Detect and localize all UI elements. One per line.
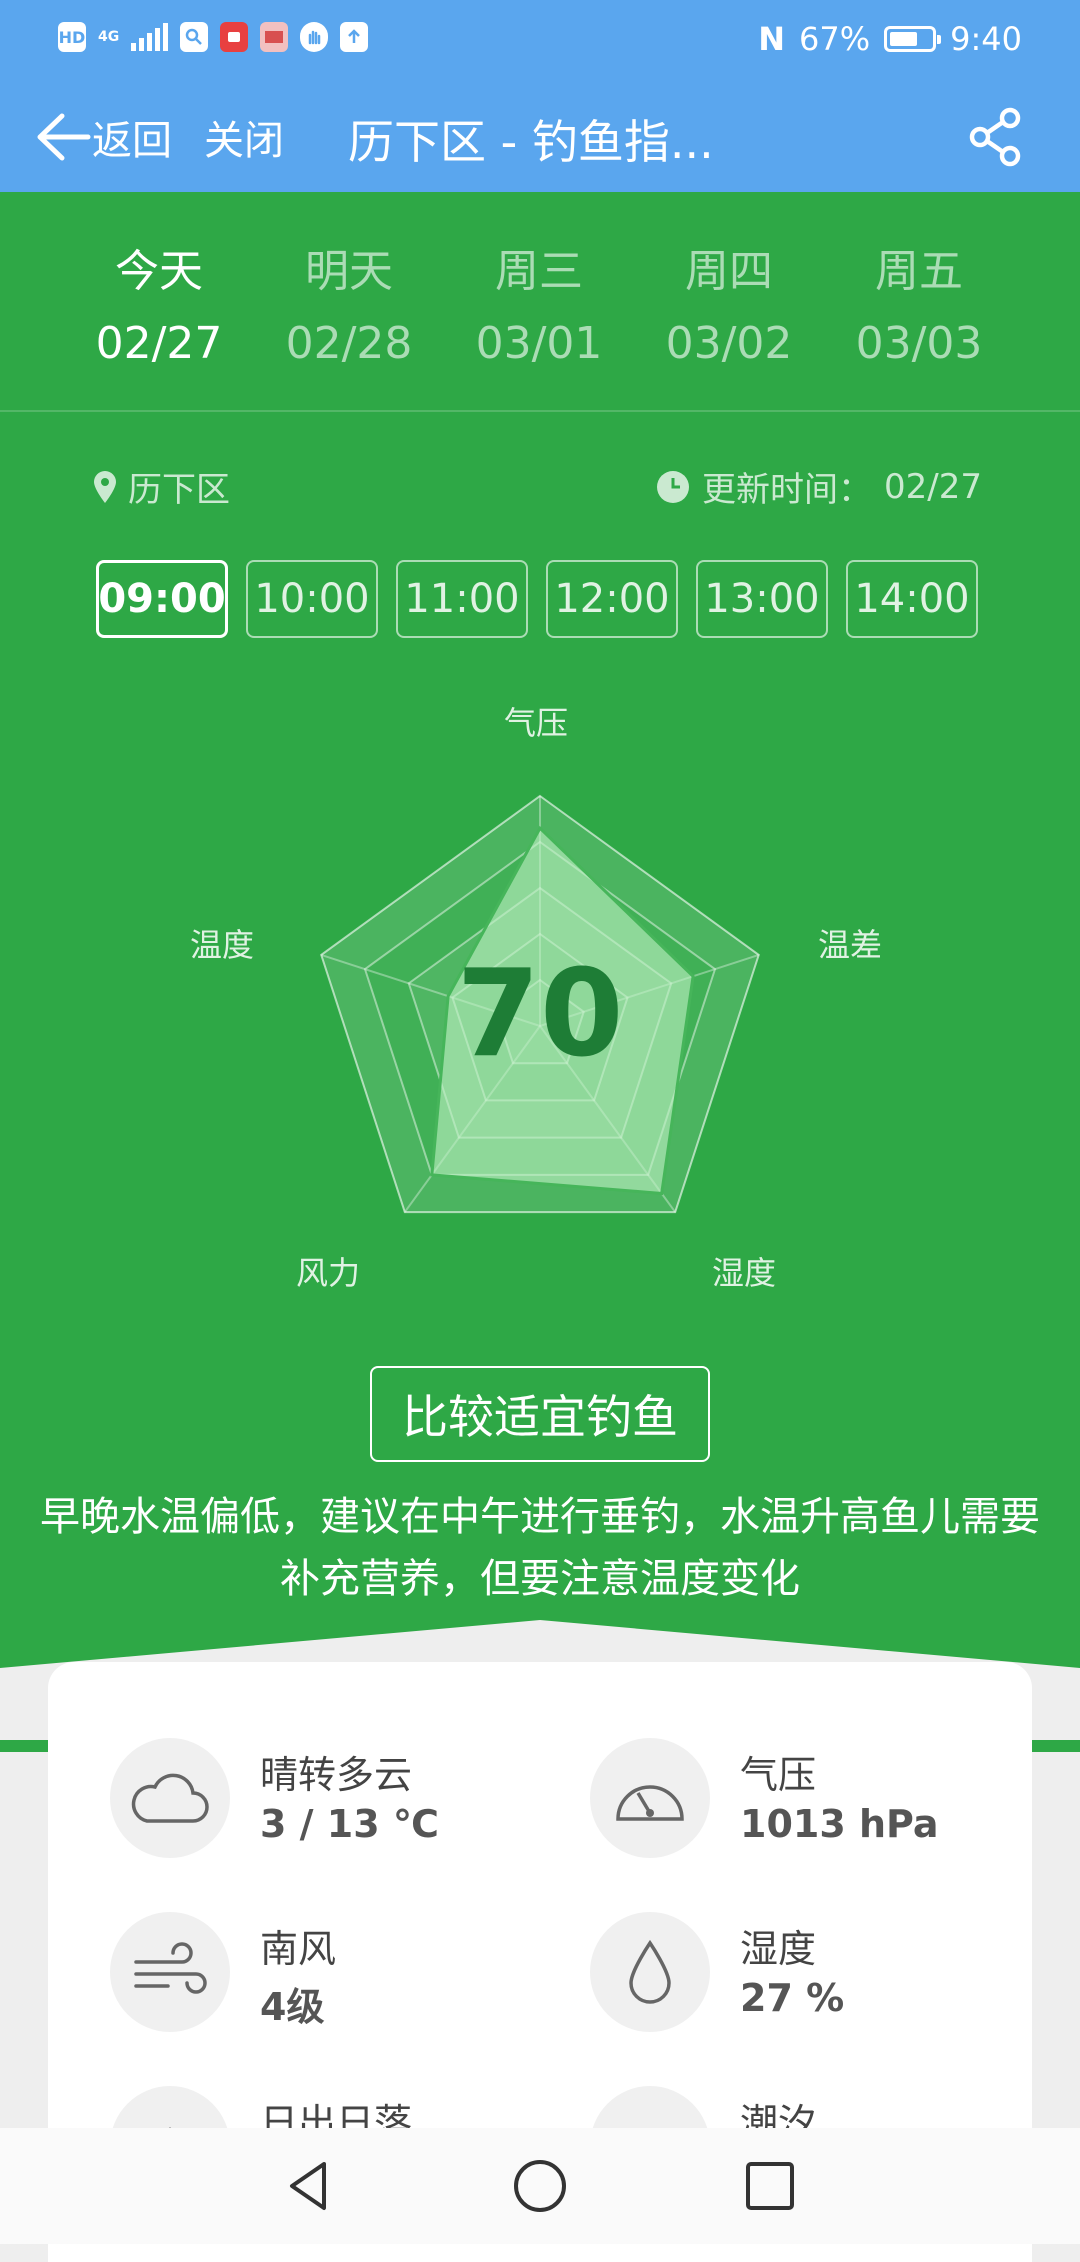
hour-chip[interactable]: 14:00	[846, 560, 978, 638]
info-humidity: 湿度 27 %	[590, 1912, 1030, 2052]
axis-label-wind: 风力	[296, 1254, 361, 1292]
hour-chip[interactable]: 09:00	[96, 560, 228, 638]
location-name: 历下区	[128, 470, 230, 510]
info-label: 气压	[740, 1753, 817, 1797]
info-value: 27 %	[740, 1976, 845, 2020]
day-date: 03/01	[475, 318, 603, 369]
signal-icon	[131, 23, 169, 51]
update-value: 02/27	[884, 466, 982, 507]
back-arrow-icon[interactable]	[26, 102, 96, 172]
day-tab-today[interactable]: 今天 02/27	[74, 244, 244, 372]
fishing-score: 70	[456, 945, 624, 1084]
hour-chip[interactable]: 10:00	[246, 560, 378, 638]
page-title: 历下区 - 钓鱼指...	[348, 115, 714, 169]
cloud-icon	[110, 1738, 230, 1858]
location-pin-icon	[94, 470, 116, 503]
day-tab-thu[interactable]: 周四 03/02	[644, 244, 814, 372]
day-date: 02/27	[95, 318, 223, 369]
nav-recents-icon[interactable]	[740, 2156, 800, 2216]
advice-text: 早晚水温偏低，建议在中午进行垂钓，水温升高鱼儿需要补充营养，但要注意温度变化	[40, 1494, 1040, 1602]
info-weather: 晴转多云 3 / 13 ℃	[110, 1738, 550, 1878]
info-pressure: 气压 1013 hPa	[590, 1738, 1030, 1878]
status-bar: HD 4G N 67% 9:40	[0, 0, 1080, 82]
gauge-icon	[590, 1738, 710, 1858]
hour-chip[interactable]: 12:00	[546, 560, 678, 638]
update-label: 更新时间：	[702, 470, 873, 510]
hand-app-icon	[300, 22, 329, 52]
day-name: 周三	[495, 246, 583, 297]
close-button[interactable]: 关闭	[204, 108, 284, 166]
back-button[interactable]: 返回	[92, 108, 172, 166]
info-wind: 南风 4级	[110, 1912, 550, 2052]
red-app-icon	[220, 22, 249, 52]
battery-percent: 67%	[799, 20, 871, 58]
axis-label-temp-diff: 温差	[818, 926, 883, 964]
info-value: 4级	[260, 1985, 325, 2029]
day-tab-wed[interactable]: 周三 03/01	[454, 244, 624, 372]
clock-icon	[657, 470, 690, 503]
network-type: 4G	[98, 29, 120, 45]
divider	[0, 410, 1080, 412]
battery-icon	[884, 26, 942, 52]
hour-chip[interactable]: 11:00	[396, 560, 528, 638]
day-tab-fri[interactable]: 周五 03/03	[834, 244, 1004, 372]
day-date: 03/02	[665, 318, 793, 369]
wind-icon	[110, 1912, 230, 2032]
info-value: 3 / 13 ℃	[260, 1802, 439, 1846]
day-name: 今天	[115, 246, 203, 297]
info-label: 南风	[260, 1927, 337, 1971]
info-value: 1013 hPa	[740, 1802, 939, 1846]
day-tabs: 今天 02/27 明天 02/28 周三 03/01 周四 03/02 周五 0…	[0, 192, 1080, 410]
axis-label-temperature: 温度	[190, 926, 255, 964]
day-name: 周五	[875, 246, 963, 297]
info-label: 湿度	[740, 1927, 817, 1971]
hd-badge: HD	[58, 22, 86, 52]
location: 历下区	[92, 462, 230, 511]
hour-chip[interactable]: 13:00	[696, 560, 828, 638]
system-nav-bar	[0, 2128, 1080, 2244]
day-tab-tomorrow[interactable]: 明天 02/28	[264, 244, 434, 372]
hour-selector[interactable]: 09:00 10:00 11:00 12:00 13:00 14:00	[96, 560, 984, 644]
axis-label-pressure: 气压	[504, 704, 569, 742]
nav-home-icon[interactable]	[510, 2156, 570, 2216]
nav-back-icon[interactable]	[280, 2156, 340, 2216]
day-date: 02/28	[285, 318, 413, 369]
nfc-icon: N	[758, 20, 786, 58]
book-app-icon	[260, 22, 289, 52]
toolbar: 返回 关闭 历下区 - 钓鱼指...	[0, 82, 1080, 192]
verdict-badge: 比较适宜钓鱼	[370, 1366, 710, 1462]
info-label: 晴转多云	[260, 1753, 413, 1797]
day-name: 周四	[685, 246, 773, 297]
droplet-icon	[590, 1912, 710, 2032]
axis-label-humidity: 湿度	[712, 1254, 777, 1292]
search-app-icon	[180, 22, 209, 52]
update-time: 更新时间： 02/27	[656, 462, 982, 511]
clock: 9:40	[950, 20, 1022, 58]
day-date: 03/03	[855, 318, 983, 369]
share-icon[interactable]	[960, 102, 1030, 172]
day-name: 明天	[305, 246, 393, 297]
upload-app-icon	[340, 22, 369, 52]
